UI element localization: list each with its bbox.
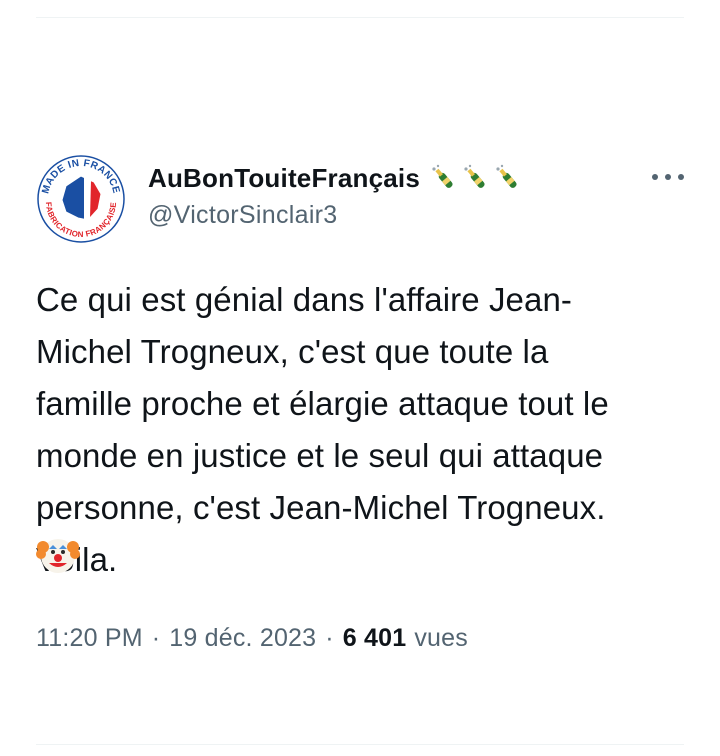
tweet-text: Ce qui est génial dans l'affaire Jean- M… xyxy=(36,281,609,578)
tweet-emoji-line xyxy=(36,532,686,590)
author-handle[interactable]: @VictorSinclair3 xyxy=(148,201,522,230)
champagne-icon xyxy=(496,164,517,188)
author-names: AuBonTouiteFrançais @VictorSinclair3 xyxy=(148,160,522,230)
name-badges xyxy=(428,163,522,193)
champagne-icon xyxy=(432,164,453,188)
tweet-time[interactable]: 11:20 PM xyxy=(36,624,143,653)
meta-separator: · xyxy=(325,624,334,652)
avatar[interactable]: MADE IN FRANCE FABRICATION FRANÇAISE xyxy=(36,154,126,244)
tweet-header: MADE IN FRANCE FABRICATION FRANÇAISE AuB… xyxy=(36,150,686,246)
top-divider xyxy=(36,17,684,18)
display-name[interactable]: AuBonTouiteFrançais xyxy=(148,163,420,194)
bottom-divider xyxy=(36,744,684,745)
display-name-row: AuBonTouiteFrançais xyxy=(148,160,522,196)
tweet-date[interactable]: 19 déc. 2023 xyxy=(169,624,316,653)
views-label: vues xyxy=(414,624,468,652)
more-options-button[interactable] xyxy=(648,162,688,192)
champagne-icon xyxy=(464,164,485,188)
clown-face-icon xyxy=(36,539,80,573)
tweet-card: MADE IN FRANCE FABRICATION FRANÇAISE AuB… xyxy=(36,150,686,653)
meta-separator: · xyxy=(151,624,161,652)
made-in-france-logo: MADE IN FRANCE FABRICATION FRANÇAISE xyxy=(37,155,125,243)
views-count[interactable]: 6 401 xyxy=(343,624,407,653)
more-icon xyxy=(652,174,684,180)
tweet-meta: 11:20 PM · 19 déc. 2023 · 6 401 vues xyxy=(36,624,686,653)
